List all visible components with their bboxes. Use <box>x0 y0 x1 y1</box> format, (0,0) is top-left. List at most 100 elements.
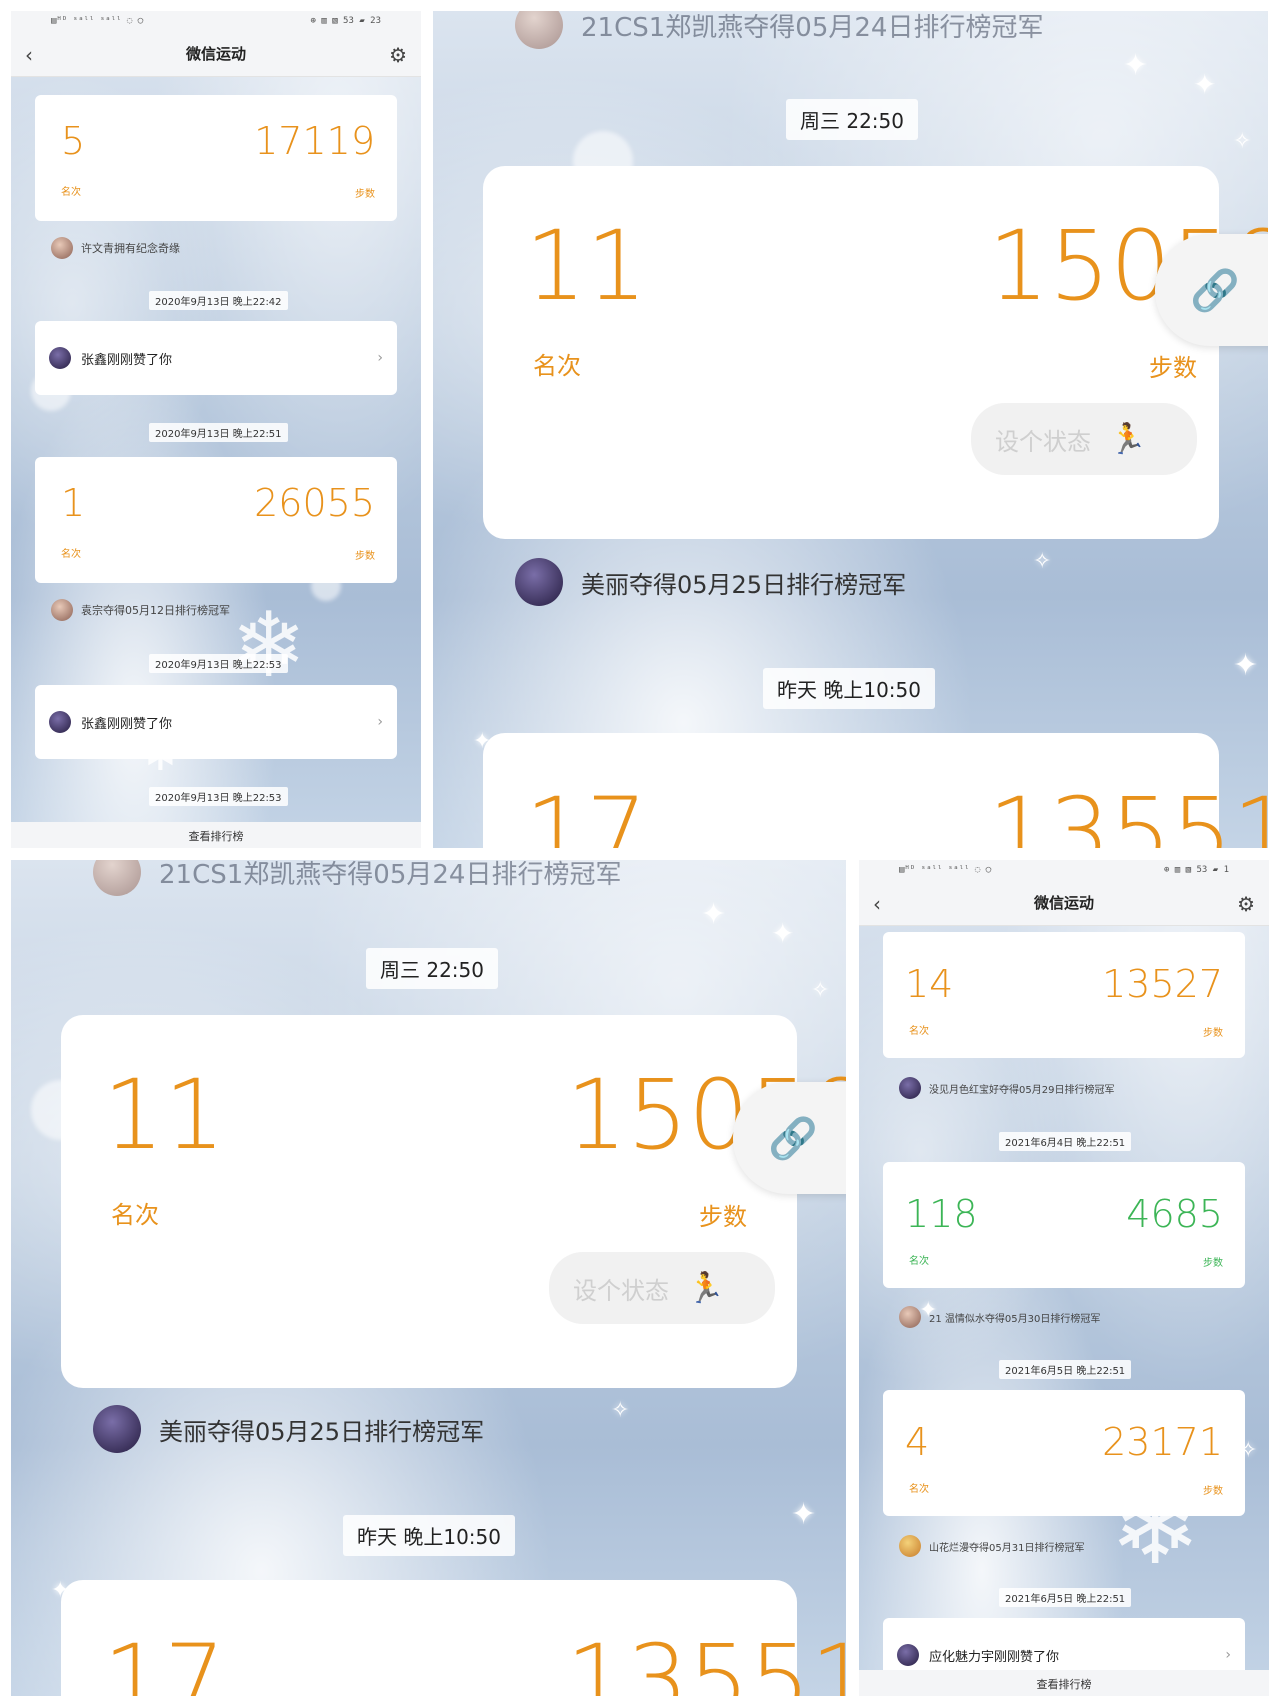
rank-number: 11 <box>103 1059 226 1171</box>
note-text: 许文青拥有纪念奇缘 <box>81 242 180 255</box>
rank-label: 名次 <box>111 1201 159 1229</box>
note-text: 美丽夺得05月25日排行榜冠军 <box>581 570 907 599</box>
rank-card[interactable]: 1 26055 名次 步数 <box>35 457 397 583</box>
running-person-icon: 🏃 <box>1109 421 1147 457</box>
rank-number: 1 <box>61 481 86 525</box>
note-text: 美丽夺得05月25日排行榜冠军 <box>159 1417 485 1446</box>
avatar <box>515 558 563 606</box>
champion-note: 美丽夺得05月25日排行榜冠军 <box>515 558 906 606</box>
view-leaderboard-bar[interactable]: 查看排行榜 <box>859 1670 1269 1696</box>
champion-note: 美丽夺得05月25日排行榜冠军 <box>93 1405 484 1453</box>
champion-note: 许文青拥有纪念奇缘 <box>51 237 180 259</box>
rank-label: 名次 <box>909 1484 929 1495</box>
steps-label: 步数 <box>1203 1028 1223 1039</box>
sparkle-decoration: ✦ <box>771 917 795 950</box>
steps-label: 步数 <box>1203 1486 1223 1497</box>
set-status-label: 设个状态 <box>573 1276 669 1305</box>
note-text: 没见月色红宝好夺得05月29日排行榜冠军 <box>929 1084 1115 1096</box>
timestamp: 2020年9月13日 晚上22:53 <box>149 654 288 673</box>
rank-label: 名次 <box>909 1026 929 1037</box>
rank-number: 11 <box>525 210 648 322</box>
sparkle-decoration: ✦ <box>701 897 727 932</box>
note-text: 山花烂漫夺得05月31日排行榜冠军 <box>929 1542 1085 1554</box>
back-arrow-icon[interactable]: ‹ <box>25 43 33 67</box>
timestamp: 周三 22:50 <box>366 948 498 989</box>
avatar <box>51 599 73 621</box>
set-status-button[interactable]: 设个状态 🏃 <box>549 1252 775 1324</box>
phone-screenshot-right: ❄ ✦ ✧ ▤ᴴᴰ ˢᵃˡˡ ˢᵃˡˡ ◌ ◯ ⊕ ▥ ▧ 53 ▰ 1 ‹ 微… <box>859 860 1269 1696</box>
avatar <box>899 1306 921 1328</box>
rank-number: 17 <box>525 777 648 848</box>
zoomed-screenshot-top: ✦ ✦ ✧ ✦ ✧ ✦ 21CS1郑凯燕夺得05月24日排行榜冠军 周三 22:… <box>433 11 1268 848</box>
link-icon: 🔗 <box>1190 267 1240 314</box>
rank-card[interactable]: 17 13551 <box>483 733 1268 848</box>
sparkle-decoration: ✦ <box>1193 68 1217 101</box>
timestamp: 2021年6月5日 晚上22:51 <box>999 1588 1132 1607</box>
steps-label: 步数 <box>1149 354 1197 382</box>
gear-icon[interactable]: ⚙ <box>389 43 407 67</box>
status-bar: ▤ᴴᴰ ˢᵃˡˡ ˢᵃˡˡ ◌ ◯ ⊕ ▥ ▧ 53 ▰ 23 <box>11 11 421 31</box>
rank-number: 5 <box>61 119 86 163</box>
champion-note: 21CS1郑凯燕夺得05月24日排行榜冠军 <box>515 11 1043 49</box>
rank-card[interactable]: 5 17119 名次 步数 <box>35 95 397 221</box>
view-leaderboard-bar[interactable]: 查看排行榜 <box>11 822 421 848</box>
view-leaderboard-label: 查看排行榜 <box>1036 1678 1092 1691</box>
gear-icon[interactable]: ⚙ <box>1237 892 1255 916</box>
sparkle-decoration: ✦ <box>791 1497 817 1532</box>
rank-number: 118 <box>905 1192 978 1236</box>
phone-screenshot-left: ❄ ❅ ▤ᴴᴰ ˢᵃˡˡ ˢᵃˡˡ ◌ ◯ ⊕ ▥ ▧ 53 ▰ 23 ‹ 微信… <box>11 11 421 848</box>
sparkle-decoration: ✧ <box>1033 549 1052 574</box>
status-right-icons: ⊕ ▥ ▧ 53 ▰ 23 <box>310 16 381 26</box>
rank-card[interactable]: 4 23171 名次 步数 <box>883 1390 1245 1516</box>
back-arrow-icon[interactable]: ‹ <box>873 892 881 916</box>
sparkle-decoration: ✦ <box>1123 48 1149 83</box>
step-count: 13551 <box>988 777 1268 848</box>
avatar <box>897 1644 919 1666</box>
rank-card[interactable]: 11 15058 名次 步数 设个状态 🏃 <box>483 166 1268 539</box>
steps-label: 步数 <box>1203 1258 1223 1269</box>
running-person-icon: 🏃 <box>687 1270 725 1306</box>
status-left-icons: ▤ᴴᴰ ˢᵃˡˡ ˢᵃˡˡ ◌ ◯ <box>899 865 992 875</box>
rank-label: 名次 <box>533 352 581 380</box>
step-count: 13527 <box>1102 962 1223 1006</box>
steps-label: 步数 <box>355 189 375 200</box>
note-text: 21 温情似水夺得05月30日排行榜冠军 <box>929 1313 1101 1325</box>
rank-card[interactable]: 17 13551 <box>61 1580 846 1696</box>
step-count: 23171 <box>1102 1420 1223 1464</box>
champion-note: 没见月色红宝好夺得05月29日排行榜冠军 <box>899 1077 1114 1099</box>
like-text: 张鑫刚刚赞了你 <box>81 352 173 368</box>
like-notification[interactable]: 张鑫刚刚赞了你 › <box>35 321 397 395</box>
rank-card[interactable]: 118 4685 名次 步数 <box>883 1162 1245 1288</box>
timestamp: 2021年6月4日 晚上22:51 <box>999 1132 1132 1151</box>
timestamp: 2020年9月13日 晚上22:51 <box>149 423 288 442</box>
rank-number: 14 <box>905 962 954 1006</box>
avatar <box>93 860 141 896</box>
avatar <box>515 11 563 49</box>
step-count: 4685 <box>1126 1192 1223 1236</box>
rank-card[interactable]: 11 15058 名次 步数 设个状态 🏃 <box>61 1015 846 1388</box>
step-count: 13551 <box>566 1624 846 1696</box>
avatar <box>51 237 73 259</box>
link-button[interactable]: 🔗 <box>733 1082 846 1194</box>
rank-card[interactable]: 14 13527 名次 步数 <box>883 932 1245 1058</box>
avatar <box>93 1405 141 1453</box>
set-status-label: 设个状态 <box>995 427 1091 456</box>
timestamp: 2021年6月5日 晚上22:51 <box>999 1360 1132 1379</box>
champion-note: 21CS1郑凯燕夺得05月24日排行榜冠军 <box>93 860 621 896</box>
avatar <box>49 711 71 733</box>
avatar <box>899 1535 921 1557</box>
status-bar: ▤ᴴᴰ ˢᵃˡˡ ˢᵃˡˡ ◌ ◯ ⊕ ▥ ▧ 53 ▰ 1 <box>859 860 1269 880</box>
like-notification[interactable]: 张鑫刚刚赞了你 › <box>35 685 397 759</box>
snowflake-decoration: ❄ <box>231 593 307 698</box>
zoomed-screenshot-bottom: ✦ ✦ ✧ ✦ ✧ ✦ 21CS1郑凯燕夺得05月24日排行榜冠军 周三 22:… <box>11 860 846 1696</box>
link-button[interactable]: 🔗 <box>1155 234 1268 346</box>
rank-label: 名次 <box>909 1256 929 1267</box>
set-status-button[interactable]: 设个状态 🏃 <box>971 403 1197 475</box>
rank-label: 名次 <box>61 187 81 198</box>
timestamp: 2020年9月13日 晚上22:53 <box>149 787 288 806</box>
chevron-right-icon: › <box>377 350 383 366</box>
champion-note: 袁宗夺得05月12日排行榜冠军 <box>51 599 230 621</box>
timestamp: 周三 22:50 <box>786 99 918 140</box>
status-left-icons: ▤ᴴᴰ ˢᵃˡˡ ˢᵃˡˡ ◌ ◯ <box>51 16 144 26</box>
steps-label: 步数 <box>355 551 375 562</box>
